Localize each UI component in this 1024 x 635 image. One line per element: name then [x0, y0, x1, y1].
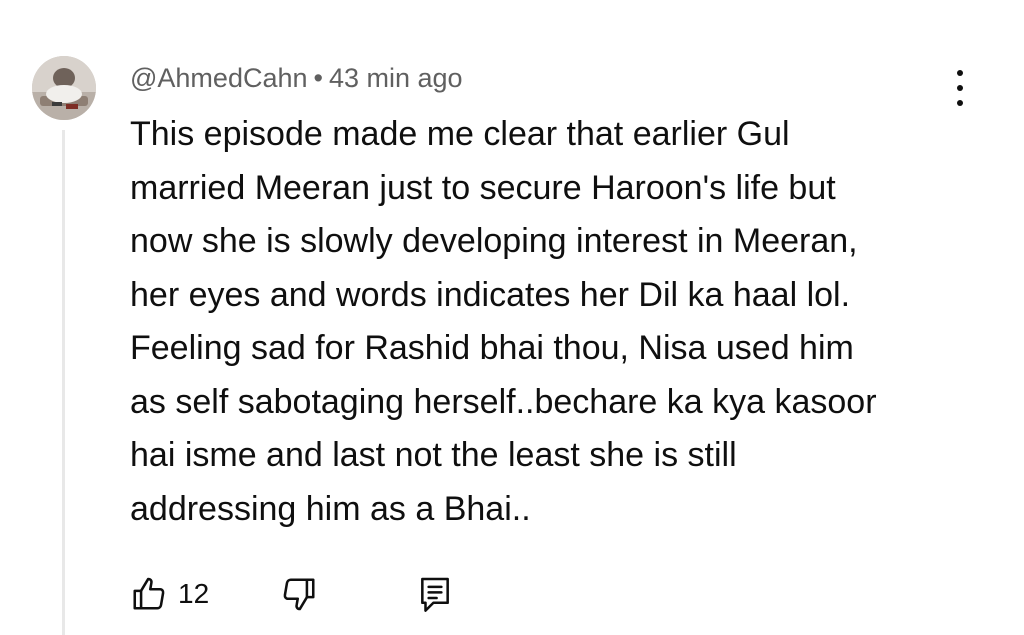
comment-line: now she is slowly developing interest in… [130, 222, 858, 260]
comment-card: @AhmedCahn • 43 min ago This episode made … [0, 0, 1024, 635]
like-button[interactable]: 12 [130, 575, 250, 613]
thumbs-down-icon [280, 575, 318, 613]
like-count: 12 [178, 578, 210, 609]
avatar[interactable] [32, 56, 96, 120]
separator-dot: • [313, 63, 323, 93]
comment-line: as self sabotaging herself..bechare ka k… [130, 382, 877, 421]
dislike-button[interactable] [280, 575, 416, 613]
reply-comment-icon [416, 574, 454, 614]
more-vert-icon[interactable] [946, 70, 974, 106]
author-name[interactable]: @AhmedCahn [130, 63, 308, 93]
thumbs-up-icon [130, 575, 168, 613]
comment-line: married Meeran just to secure Haroon's l… [130, 168, 836, 207]
comment-line: This episode made me clear that earlier … [130, 115, 790, 153]
comment-header: @AhmedCahn • 43 min ago [130, 60, 463, 96]
reply-button[interactable] [416, 574, 454, 614]
comment-line: addressing him as a Bhai.. [130, 489, 531, 528]
comment-text: This episode made me clear that earlier … [130, 108, 990, 536]
comment-actions: 12 [130, 572, 454, 616]
comment-line: Feeling sad for Rashid bhai thou, Nisa u… [130, 329, 854, 367]
comment-line: her eyes and words indicates her Dil ka … [130, 275, 851, 314]
thread-line [62, 130, 65, 635]
comment-time[interactable]: 43 min ago [329, 63, 463, 93]
comment-line: hai isme and last not the least she is s… [130, 436, 737, 474]
